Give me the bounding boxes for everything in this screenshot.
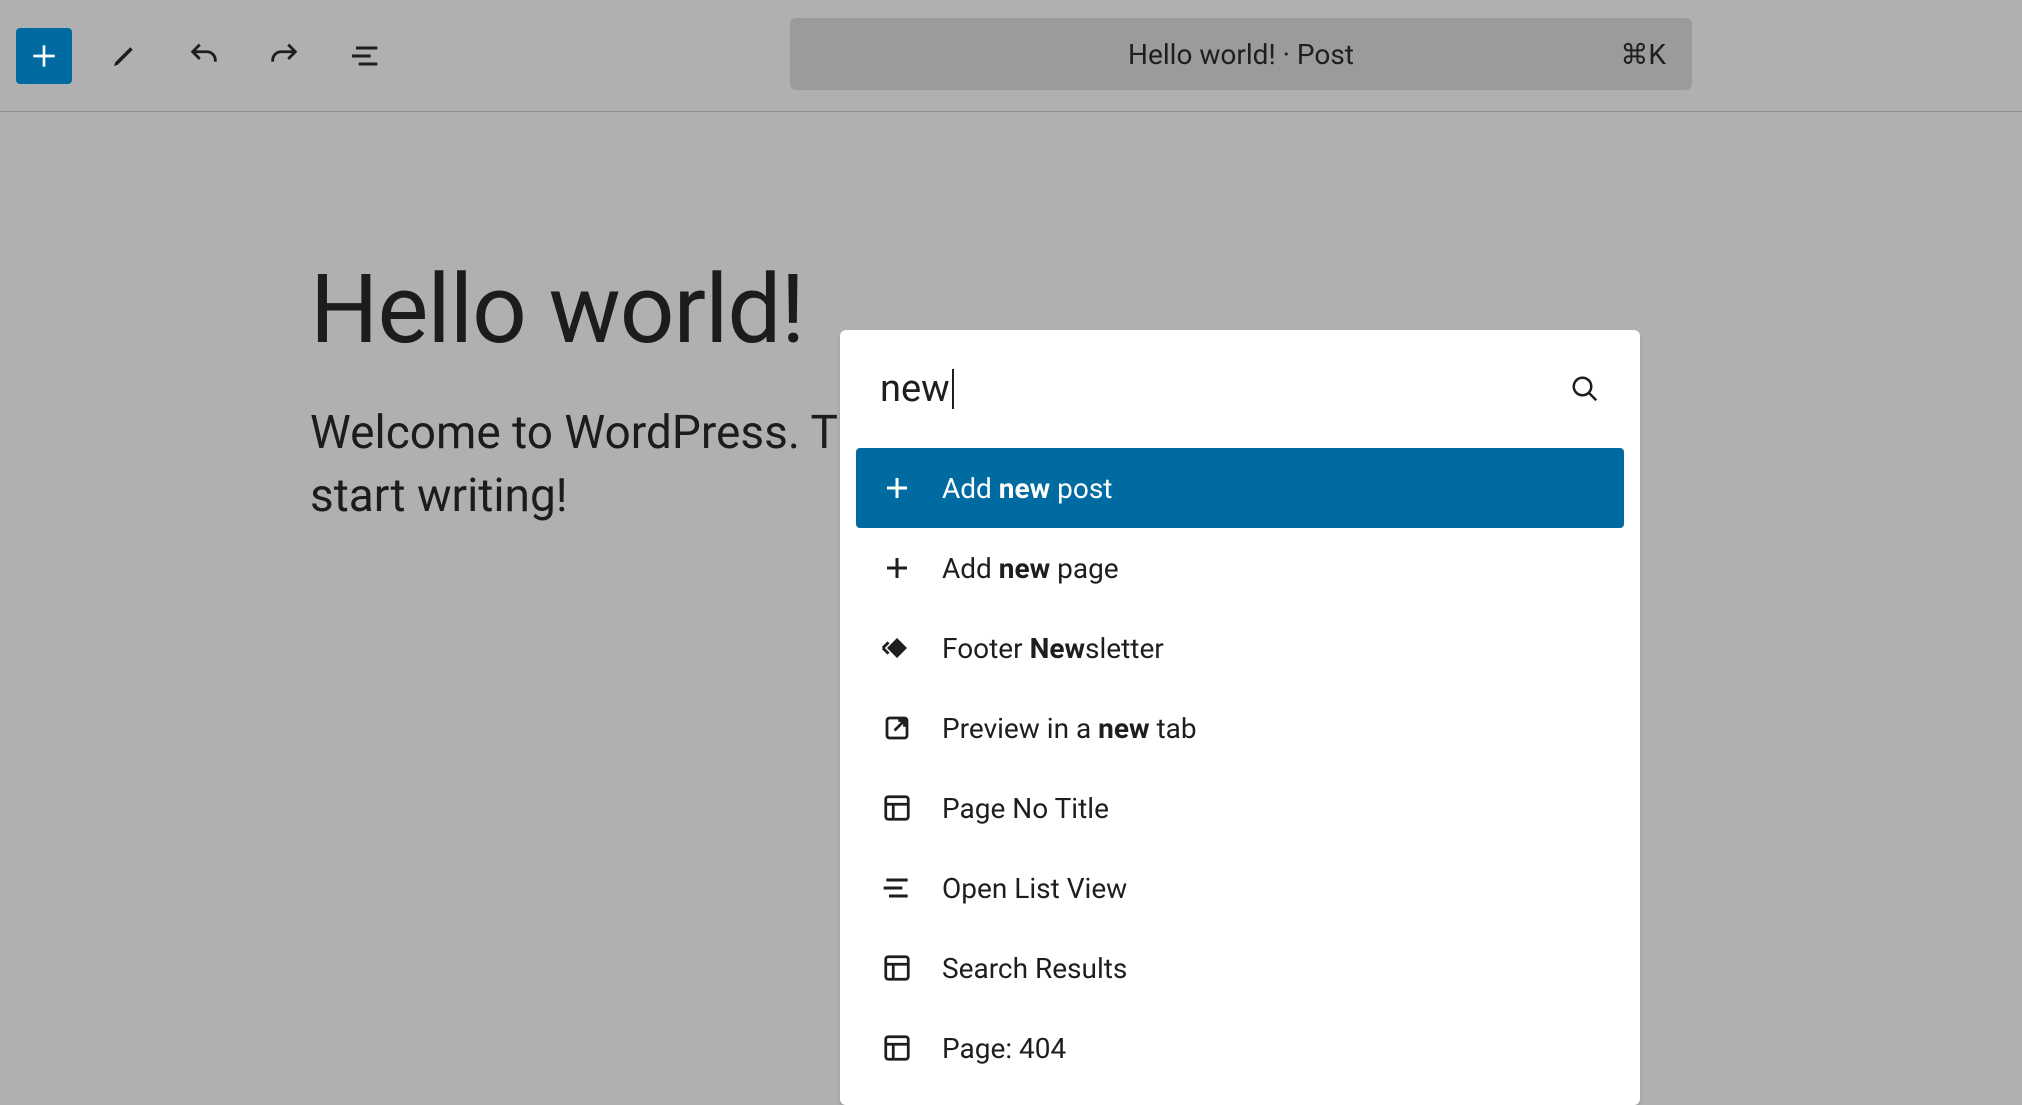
plus-icon [880,551,914,585]
command-palette-item-label: Preview in a new tab [942,712,1197,745]
command-palette-item-label: Page: 404 [942,1032,1066,1065]
search-icon [1570,374,1600,404]
layout-icon [880,951,914,985]
command-palette-item[interactable]: Add new page [856,528,1624,608]
command-palette-item[interactable]: Page: 404 [856,1008,1624,1088]
post-title[interactable]: Hello world! [310,254,804,366]
command-palette-item[interactable]: Search Results [856,928,1624,1008]
command-palette-results: Add new post Add new page Footer Newslette… [840,448,1640,1105]
layout-icon [880,791,914,825]
undo-button[interactable] [180,32,228,80]
document-overview-button[interactable] [340,32,388,80]
command-palette-item-label: Page No Title [942,792,1109,825]
command-palette-search: new [840,330,1640,448]
layout-icon [880,1031,914,1065]
command-palette-item-label: Open List View [942,872,1127,905]
editor-canvas: Hello world! Welcome to WordPress. This … [0,112,2022,1040]
command-bar-shortcut: ⌘K [1620,38,1666,71]
command-palette-item-label: Footer Newsletter [942,632,1164,665]
command-bar-label: Hello world! · Post [1128,38,1354,71]
external-icon [880,711,914,745]
command-palette-item-label: Add new post [942,472,1112,505]
redo-button[interactable] [260,32,308,80]
diamond-icon [880,631,914,665]
command-palette: new Add new post Add new page Footer Newsl… [840,330,1640,1105]
command-bar[interactable]: Hello world! · Post ⌘K [790,18,1692,90]
command-palette-item[interactable]: Footer Newsletter [856,608,1624,688]
command-palette-item[interactable]: Page No Title [856,768,1624,848]
command-palette-item-label: Add new page [942,552,1119,585]
command-palette-item-label: Search Results [942,952,1127,985]
block-inserter-button[interactable] [16,28,72,84]
command-palette-item[interactable]: Open List View [856,848,1624,928]
tools-button[interactable] [100,32,148,80]
editor-toolbar: Hello world! · Post ⌘K [0,0,2022,112]
command-palette-item[interactable]: Add new post [856,448,1624,528]
command-palette-item[interactable]: Preview in a new tab [856,688,1624,768]
plus-icon [880,471,914,505]
listview-icon [880,871,914,905]
